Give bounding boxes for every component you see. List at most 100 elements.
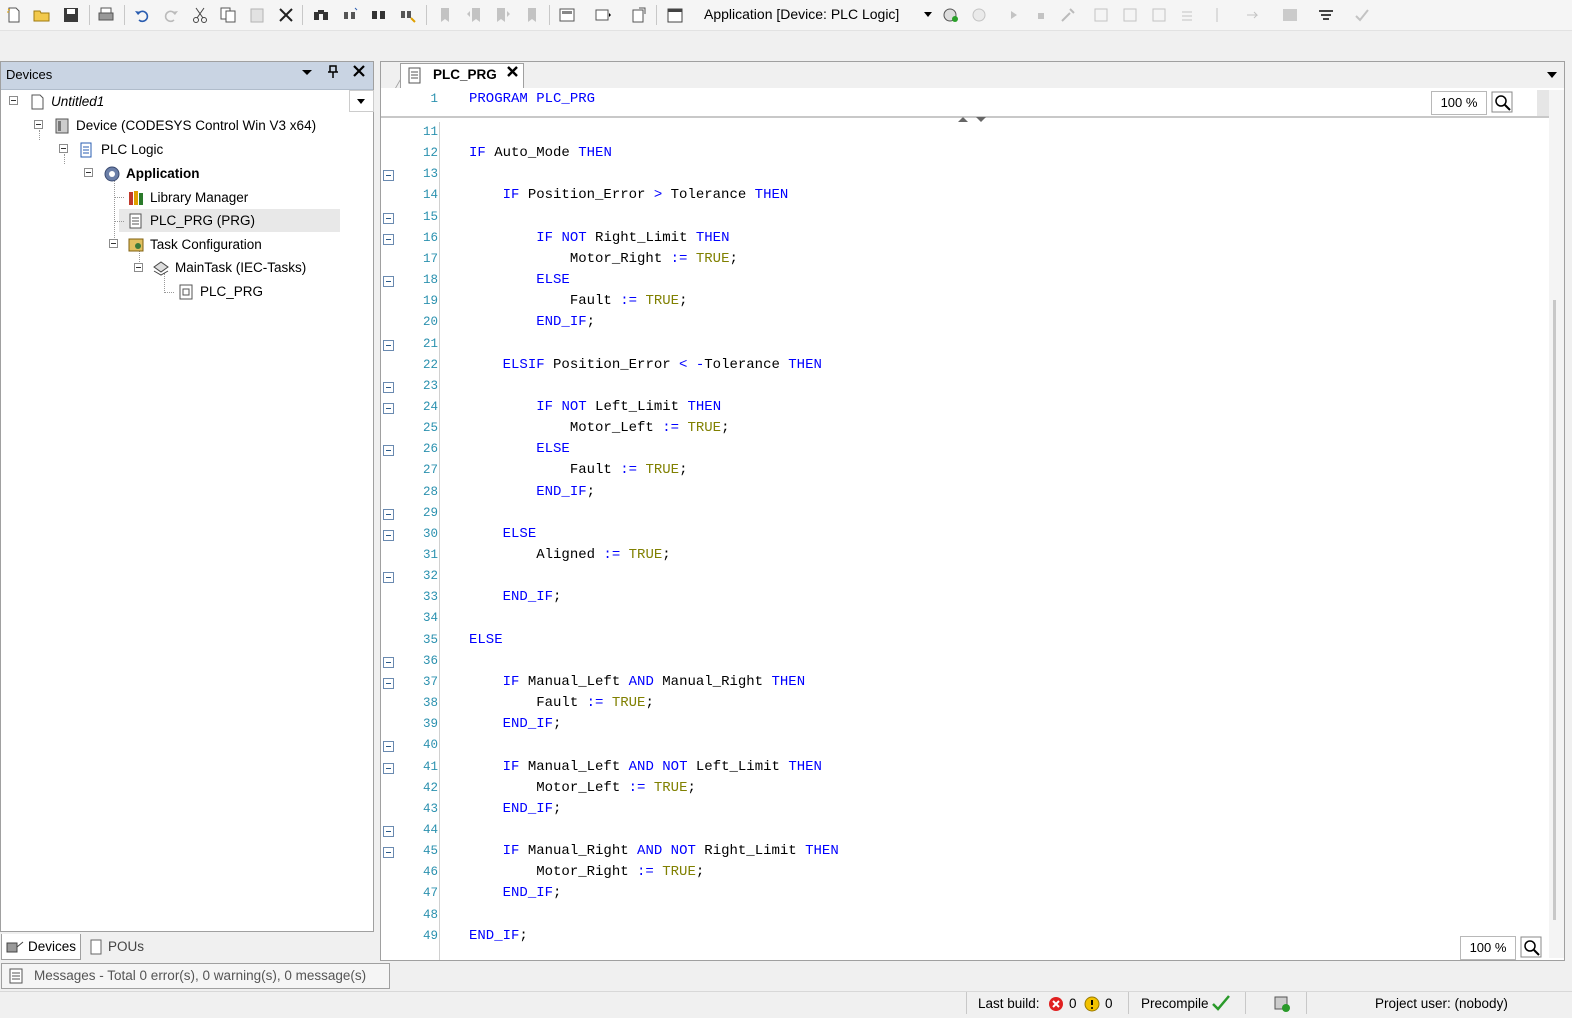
redo-icon[interactable] bbox=[160, 4, 182, 26]
code-line[interactable]: END_IF; bbox=[469, 801, 562, 817]
unforce-icon[interactable] bbox=[1351, 4, 1373, 26]
fold-toggle[interactable] bbox=[383, 170, 394, 181]
collapse-toggle[interactable] bbox=[59, 144, 68, 153]
write-values-icon[interactable] bbox=[1279, 4, 1301, 26]
show-next-statement-icon[interactable] bbox=[1242, 4, 1264, 26]
tree-item-library-manager[interactable]: Library Manager bbox=[127, 187, 248, 209]
zoom-icon[interactable] bbox=[1520, 936, 1542, 958]
stop-icon[interactable] bbox=[1030, 4, 1052, 26]
code-line[interactable]: IF NOT Left_Limit THEN bbox=[469, 399, 721, 415]
fold-toggle[interactable] bbox=[383, 678, 394, 689]
error-count[interactable]: 0 bbox=[1069, 996, 1077, 1011]
login-icon[interactable] bbox=[940, 4, 962, 26]
code-line[interactable]: IF Manual_Right AND NOT Right_Limit THEN bbox=[469, 843, 839, 859]
code-line[interactable]: ELSE bbox=[469, 441, 570, 457]
zoom-icon[interactable] bbox=[1491, 91, 1513, 113]
code-line[interactable]: Fault := TRUE; bbox=[469, 695, 654, 711]
tree-item-task-configuration[interactable]: Task Configuration bbox=[127, 234, 262, 256]
code-line[interactable]: END_IF; bbox=[469, 314, 595, 330]
fold-toggle[interactable] bbox=[383, 276, 394, 287]
new-file-icon[interactable] bbox=[3, 4, 25, 26]
step-out-icon[interactable] bbox=[1148, 4, 1170, 26]
warning-count[interactable]: 0 bbox=[1105, 996, 1113, 1011]
code-line[interactable]: Fault := TRUE; bbox=[469, 462, 688, 478]
fold-toggle[interactable] bbox=[383, 234, 394, 245]
fold-toggle[interactable] bbox=[383, 213, 394, 224]
code-line[interactable]: Motor_Right := TRUE; bbox=[469, 864, 704, 880]
fold-toggle[interactable] bbox=[383, 763, 394, 774]
code-line[interactable]: IF NOT Right_Limit THEN bbox=[469, 230, 729, 246]
find-next-icon[interactable] bbox=[339, 4, 361, 26]
code-line[interactable]: Aligned := TRUE; bbox=[469, 547, 670, 563]
pin-icon[interactable] bbox=[327, 65, 339, 82]
tree-dropdown-button[interactable] bbox=[349, 90, 374, 112]
code-line[interactable]: IF Manual_Left AND NOT Left_Limit THEN bbox=[469, 759, 822, 775]
fold-toggle[interactable] bbox=[383, 657, 394, 668]
start-icon[interactable] bbox=[1003, 4, 1025, 26]
tree-item-plc-prg[interactable]: PLC_PRG (PRG) bbox=[127, 210, 255, 232]
code-line[interactable]: ELSE bbox=[469, 632, 503, 648]
delete-icon[interactable] bbox=[275, 4, 297, 26]
editor-list-dropdown-icon[interactable] bbox=[1547, 72, 1557, 78]
find-icon[interactable] bbox=[310, 4, 332, 26]
fold-toggle[interactable] bbox=[383, 340, 394, 351]
collapse-toggle[interactable] bbox=[34, 120, 43, 129]
force-values-icon[interactable] bbox=[1315, 4, 1337, 26]
code-line[interactable]: IF Position_Error > Tolerance THEN bbox=[469, 187, 789, 203]
next-bookmark-icon[interactable] bbox=[492, 4, 514, 26]
print-icon[interactable] bbox=[95, 4, 117, 26]
active-application-select[interactable]: Application [Device: PLC Logic] bbox=[700, 3, 932, 25]
zoom-level-bottom[interactable]: 100 % bbox=[1460, 936, 1516, 960]
undo-icon[interactable] bbox=[131, 4, 153, 26]
declaration-line[interactable]: PROGRAM PLC_PRG bbox=[469, 91, 595, 107]
tab-pous[interactable]: POUs bbox=[84, 934, 148, 959]
tools-icon[interactable] bbox=[1057, 4, 1079, 26]
calendar-icon[interactable] bbox=[664, 4, 686, 26]
code-line[interactable]: IF Auto_Mode THEN bbox=[469, 145, 612, 161]
code-line[interactable]: END_IF; bbox=[469, 928, 528, 944]
open-icon[interactable] bbox=[628, 4, 650, 26]
fold-toggle[interactable] bbox=[383, 530, 394, 541]
code-line[interactable]: END_IF; bbox=[469, 484, 595, 500]
bookmark-icon[interactable] bbox=[434, 4, 456, 26]
copy-icon[interactable] bbox=[217, 4, 239, 26]
open-folder-icon[interactable] bbox=[31, 4, 53, 26]
insert-icon[interactable] bbox=[592, 4, 614, 26]
fold-toggle[interactable] bbox=[383, 403, 394, 414]
code-line[interactable]: IF Manual_Left AND Manual_Right THEN bbox=[469, 674, 805, 690]
scrollbar-thumb[interactable] bbox=[1553, 300, 1556, 920]
fold-toggle[interactable] bbox=[383, 826, 394, 837]
code-line[interactable]: END_IF; bbox=[469, 885, 562, 901]
paste-icon[interactable] bbox=[246, 4, 268, 26]
cut-icon[interactable] bbox=[189, 4, 211, 26]
fold-toggle[interactable] bbox=[383, 847, 394, 858]
code-line[interactable]: ELSIF Position_Error < -Tolerance THEN bbox=[469, 357, 822, 373]
code-line[interactable]: Motor_Left := TRUE; bbox=[469, 420, 730, 436]
code-line[interactable]: END_IF; bbox=[469, 716, 562, 732]
prev-bookmark-icon[interactable] bbox=[463, 4, 485, 26]
close-icon[interactable] bbox=[506, 65, 519, 82]
clear-bookmarks-icon[interactable] bbox=[521, 4, 543, 26]
save-icon[interactable] bbox=[60, 4, 82, 26]
set-next-statement-icon[interactable] bbox=[1206, 4, 1228, 26]
code-line[interactable]: Motor_Right := TRUE; bbox=[469, 251, 738, 267]
replace-icon[interactable] bbox=[397, 4, 419, 26]
logout-icon[interactable] bbox=[969, 4, 991, 26]
splitter-arrows-icon[interactable] bbox=[955, 114, 989, 126]
zoom-level-top[interactable]: 100 % bbox=[1431, 91, 1487, 115]
code-line[interactable]: Fault := TRUE; bbox=[469, 293, 688, 309]
code-line[interactable]: ELSE bbox=[469, 526, 537, 542]
collapse-toggle[interactable] bbox=[109, 239, 118, 248]
precompile-label[interactable]: Precompile bbox=[1141, 996, 1209, 1011]
tree-item-application[interactable]: Application bbox=[103, 163, 200, 185]
editor-scrollbar[interactable] bbox=[1549, 90, 1564, 958]
tree-item-project[interactable]: Untitled1 bbox=[28, 91, 104, 113]
fold-toggle[interactable] bbox=[383, 509, 394, 520]
close-panel-icon[interactable] bbox=[352, 64, 366, 81]
tree-item-plc-logic[interactable]: PLC Logic bbox=[78, 139, 163, 161]
tree-item-main-task[interactable]: MainTask (IEC-Tasks) bbox=[152, 257, 306, 279]
step-into-icon[interactable] bbox=[1119, 4, 1141, 26]
fold-toggle[interactable] bbox=[383, 382, 394, 393]
fold-toggle[interactable] bbox=[383, 741, 394, 752]
fold-toggle[interactable] bbox=[383, 445, 394, 456]
